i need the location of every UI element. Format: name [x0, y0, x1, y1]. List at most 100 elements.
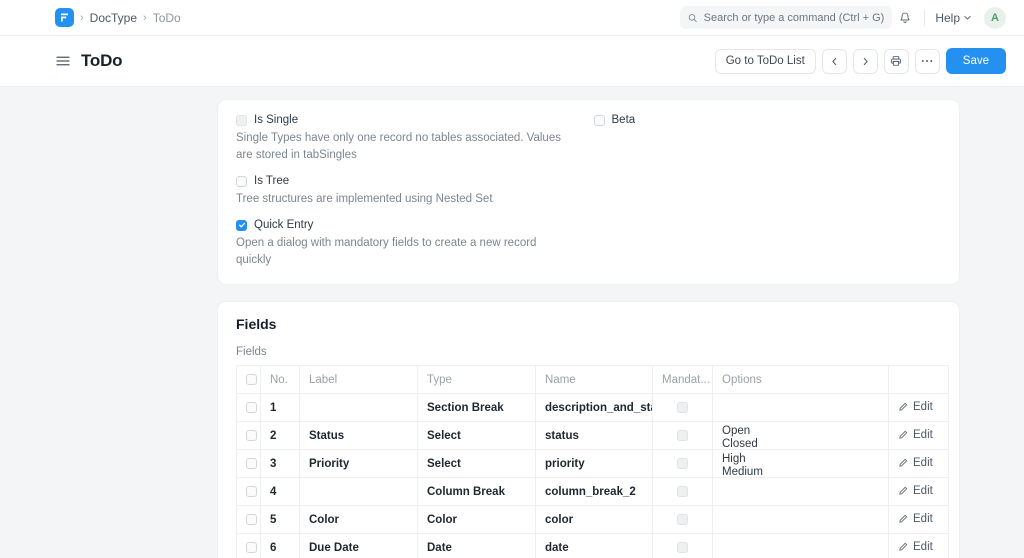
- column-header-mandatory[interactable]: Mandat...: [653, 366, 713, 394]
- cell-mandatory[interactable]: [653, 506, 713, 534]
- row-select-checkbox[interactable]: [246, 402, 257, 413]
- option-quick-entry[interactable]: Quick Entry: [236, 219, 584, 231]
- help-menu-button[interactable]: Help: [931, 11, 976, 25]
- cell-mandatory[interactable]: [653, 422, 713, 450]
- row-select-cell[interactable]: [237, 478, 261, 506]
- cell-no[interactable]: 2: [261, 422, 300, 450]
- next-record-button[interactable]: [853, 49, 878, 74]
- cell-options[interactable]: [713, 394, 889, 422]
- cell-label[interactable]: Color: [300, 506, 418, 534]
- row-select-checkbox[interactable]: [246, 542, 257, 553]
- cell-name[interactable]: description_and_status: [536, 394, 653, 422]
- row-select-cell[interactable]: [237, 450, 261, 478]
- is-single-checkbox[interactable]: [236, 115, 247, 126]
- mandatory-checkbox[interactable]: [677, 514, 688, 525]
- option-is-tree[interactable]: Is Tree: [236, 175, 584, 187]
- edit-row-button[interactable]: Edit: [898, 401, 933, 413]
- cell-options[interactable]: OpenClosed: [713, 422, 889, 450]
- mandatory-checkbox[interactable]: [677, 542, 688, 553]
- column-header-name[interactable]: Name: [536, 366, 653, 394]
- cell-name[interactable]: date: [536, 534, 653, 558]
- prev-record-button[interactable]: [822, 49, 847, 74]
- go-to-todo-list-button[interactable]: Go to ToDo List: [715, 49, 816, 74]
- mandatory-checkbox[interactable]: [677, 402, 688, 413]
- cell-type[interactable]: Date: [418, 534, 536, 558]
- cell-name[interactable]: priority: [536, 450, 653, 478]
- column-header-no[interactable]: No.: [261, 366, 300, 394]
- row-select-checkbox[interactable]: [246, 458, 257, 469]
- quick-entry-checkbox[interactable]: [236, 220, 247, 231]
- frappe-logo-icon[interactable]: [55, 8, 74, 27]
- search-input[interactable]: Search or type a command (Ctrl + G): [680, 6, 892, 29]
- navbar-divider: [924, 10, 925, 26]
- row-select-cell[interactable]: [237, 534, 261, 558]
- cell-mandatory[interactable]: [653, 394, 713, 422]
- cell-actions: Edit: [889, 422, 949, 450]
- cell-name[interactable]: column_break_2: [536, 478, 653, 506]
- mandatory-checkbox[interactable]: [677, 458, 688, 469]
- cell-options[interactable]: HighMedium: [713, 450, 889, 478]
- cell-label[interactable]: [300, 394, 418, 422]
- print-button[interactable]: [884, 49, 909, 74]
- row-select-cell[interactable]: [237, 422, 261, 450]
- row-select-cell[interactable]: [237, 506, 261, 534]
- cell-type[interactable]: Column Break: [418, 478, 536, 506]
- cell-type[interactable]: Section Break: [418, 394, 536, 422]
- mandatory-checkbox[interactable]: [677, 486, 688, 497]
- column-header-options[interactable]: Options: [713, 366, 889, 394]
- column-header-label[interactable]: Label: [300, 366, 418, 394]
- edit-row-button[interactable]: Edit: [898, 513, 933, 525]
- cell-options[interactable]: [713, 534, 889, 558]
- cell-no[interactable]: 4: [261, 478, 300, 506]
- table-row[interactable]: 3PrioritySelectpriority HighMedium Edit: [237, 450, 949, 478]
- option-is-single[interactable]: Is Single: [236, 114, 584, 126]
- row-select-checkbox[interactable]: [246, 486, 257, 497]
- cell-no[interactable]: 5: [261, 506, 300, 534]
- more-options-button[interactable]: [915, 49, 940, 74]
- table-row[interactable]: 6Due DateDatedate Edit: [237, 534, 949, 558]
- mandatory-checkbox[interactable]: [677, 430, 688, 441]
- row-select-checkbox[interactable]: [246, 514, 257, 525]
- cell-options[interactable]: [713, 478, 889, 506]
- edit-row-button[interactable]: Edit: [898, 485, 933, 497]
- edit-row-button[interactable]: Edit: [898, 541, 933, 553]
- cell-mandatory[interactable]: [653, 478, 713, 506]
- table-row[interactable]: 1 Section Breakdescription_and_status Edit: [237, 394, 949, 422]
- cell-mandatory[interactable]: [653, 450, 713, 478]
- edit-row-button[interactable]: Edit: [898, 457, 933, 469]
- cell-type[interactable]: Select: [418, 450, 536, 478]
- top-navbar: › DocType › ToDo Search or type a comman…: [0, 0, 1024, 36]
- cell-label[interactable]: Priority: [300, 450, 418, 478]
- option-beta[interactable]: Beta: [594, 114, 942, 126]
- edit-row-button[interactable]: Edit: [898, 429, 933, 441]
- cell-label[interactable]: [300, 478, 418, 506]
- column-header-type[interactable]: Type: [418, 366, 536, 394]
- row-select-cell[interactable]: [237, 394, 261, 422]
- cell-mandatory[interactable]: [653, 534, 713, 558]
- cell-no[interactable]: 3: [261, 450, 300, 478]
- cell-no[interactable]: 1: [261, 394, 300, 422]
- table-row[interactable]: 2StatusSelectstatus OpenClosed Edit: [237, 422, 949, 450]
- cell-no[interactable]: 6: [261, 534, 300, 558]
- options-value: [722, 519, 879, 521]
- avatar[interactable]: A: [984, 7, 1006, 29]
- cell-type[interactable]: Select: [418, 422, 536, 450]
- notifications-button[interactable]: [892, 6, 918, 30]
- row-select-checkbox[interactable]: [246, 430, 257, 441]
- save-button[interactable]: Save: [946, 48, 1006, 74]
- breadcrumb-todo[interactable]: ToDo: [153, 11, 181, 25]
- beta-checkbox[interactable]: [594, 115, 605, 126]
- fields-table: No. Label Type Name Mandat... Options 1S…: [236, 365, 949, 558]
- cell-options[interactable]: [713, 506, 889, 534]
- breadcrumb-doctype[interactable]: DocType: [90, 11, 137, 25]
- cell-label[interactable]: Status: [300, 422, 418, 450]
- cell-label[interactable]: Due Date: [300, 534, 418, 558]
- table-row[interactable]: 5ColorColorcolorEdit: [237, 506, 949, 534]
- table-row[interactable]: 4 Column Breakcolumn_break_2 Edit: [237, 478, 949, 506]
- hamburger-menu-icon[interactable]: [55, 53, 71, 69]
- select-all-checkbox[interactable]: [246, 374, 257, 385]
- cell-type[interactable]: Color: [418, 506, 536, 534]
- cell-name[interactable]: color: [536, 506, 653, 534]
- is-tree-checkbox[interactable]: [236, 176, 247, 187]
- cell-name[interactable]: status: [536, 422, 653, 450]
